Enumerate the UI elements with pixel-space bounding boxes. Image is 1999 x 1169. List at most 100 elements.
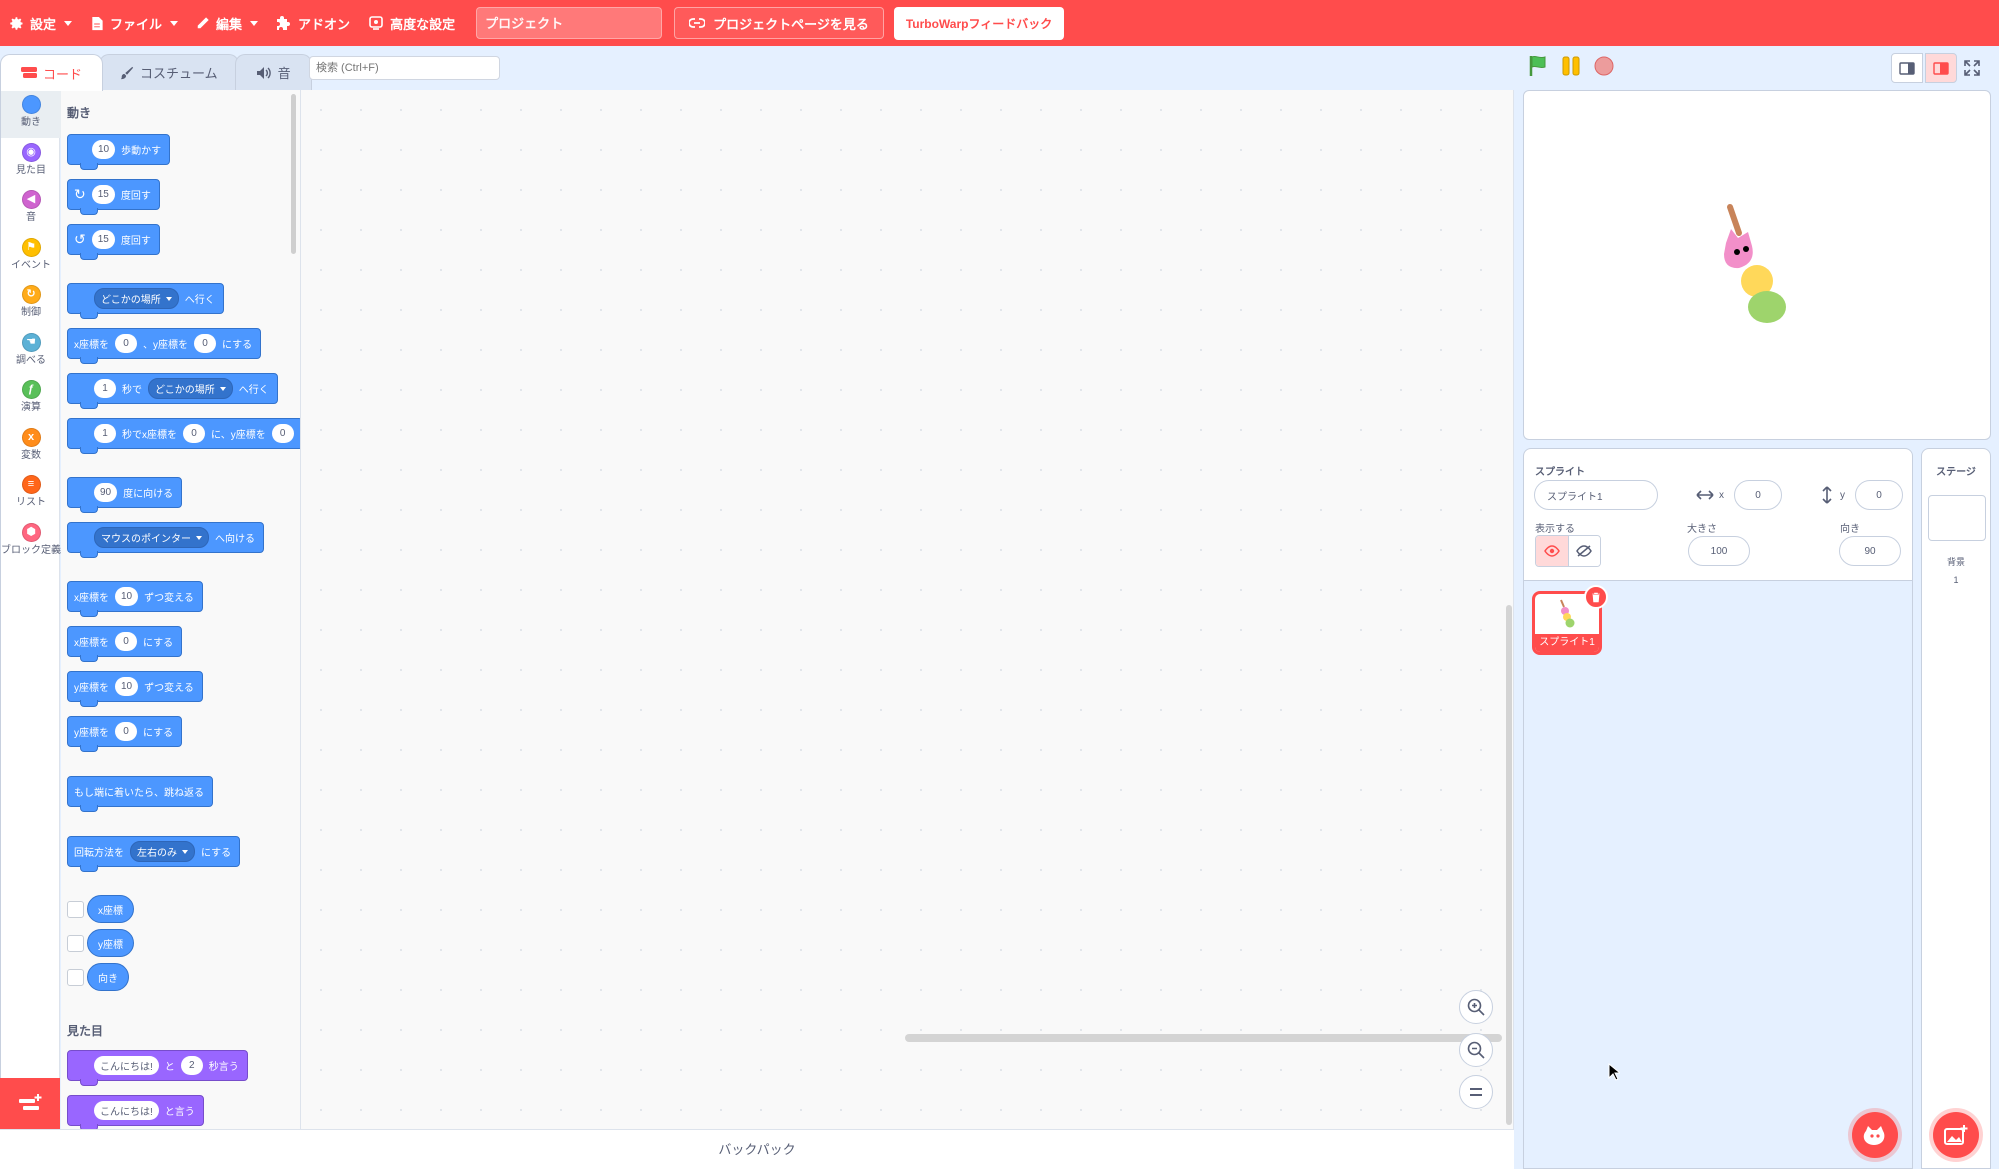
file-menu[interactable]: ファイル (81, 0, 187, 46)
glide-target-dropdown[interactable]: どこかの場所 (148, 378, 233, 399)
rotation-style-dropdown[interactable]: 左右のみ (130, 841, 195, 862)
hide-sprite-button[interactable] (1567, 536, 1600, 566)
y-position-input[interactable] (1855, 480, 1903, 510)
stage-selector[interactable]: ステージ 背景 1 (1921, 448, 1991, 1169)
add-sprite-button[interactable] (1852, 1112, 1898, 1158)
goto-target-dropdown[interactable]: どこかの場所 (94, 288, 179, 309)
y-position-checkbox[interactable] (67, 935, 84, 952)
point-direction-block[interactable]: 90 度に向ける (67, 477, 183, 513)
small-stage-button[interactable] (1891, 53, 1923, 83)
x-position-reporter[interactable]: x座標 (87, 895, 134, 923)
code-workspace[interactable] (301, 90, 1514, 1129)
tab-code[interactable]: コード (0, 54, 104, 91)
advanced-menu[interactable]: 高度な設定 (359, 0, 464, 46)
category-sound[interactable]: ◀ 音 (1, 185, 61, 233)
set-x-block[interactable]: x座標を 0 にする (67, 626, 183, 662)
backpack[interactable]: バックパック (0, 1129, 1514, 1169)
degrees-input[interactable]: 15 (91, 230, 115, 249)
zoom-out-button[interactable] (1459, 1033, 1493, 1067)
size-input[interactable] (1688, 536, 1750, 566)
category-variables[interactable]: x 変数 (1, 423, 61, 471)
sprite-name-input[interactable] (1534, 480, 1658, 510)
dropdown-caret-icon (165, 296, 172, 301)
y-input[interactable]: 0 (115, 722, 137, 741)
category-control[interactable]: ↻ 制御 (1, 280, 61, 328)
feedback-button[interactable]: TurboWarpフィードバック (893, 6, 1065, 40)
goto-block[interactable]: どこかの場所 へ行く (67, 283, 224, 319)
y-change-input[interactable]: 10 (115, 677, 139, 696)
large-stage-button[interactable] (1925, 53, 1957, 83)
green-flag-button[interactable] (1527, 55, 1549, 77)
workspace-vertical-scrollbar[interactable] (1506, 605, 1512, 1125)
change-x-block[interactable]: x座標を 10 ずつ変える (67, 581, 203, 617)
addons-menu[interactable]: アドオン (267, 0, 359, 46)
project-title-input[interactable] (476, 7, 663, 39)
settings-label: 設定 (30, 16, 57, 32)
turn-left-block[interactable]: ↺ 15 度回す (67, 224, 160, 260)
set-y-block[interactable]: y座標を 0 にする (67, 716, 183, 752)
y-input[interactable]: 0 (194, 334, 216, 353)
zoom-reset-button[interactable] (1459, 1075, 1493, 1109)
delete-sprite-button[interactable] (1584, 585, 1608, 609)
stage-canvas[interactable] (1523, 90, 1991, 440)
message-input[interactable]: こんにちは! (94, 1056, 159, 1075)
settings-menu[interactable]: 設定 (0, 0, 81, 46)
category-lists[interactable]: ≡ リスト (1, 470, 61, 518)
glide-to-block[interactable]: 1 秒で どこかの場所 へ行く (67, 373, 278, 409)
message-input[interactable]: こんにちは! (94, 1101, 159, 1120)
stage-thumbnail[interactable] (1928, 495, 1986, 541)
say-block[interactable]: こんにちは! と言う (67, 1095, 204, 1129)
search-input[interactable] (309, 56, 500, 80)
block-text: と (164, 1062, 175, 1073)
category-looks[interactable]: ◉ 見た目 (1, 138, 61, 186)
seconds-input[interactable]: 2 (180, 1056, 203, 1075)
steps-input[interactable]: 10 (92, 140, 116, 159)
palette-scrollbar[interactable] (291, 94, 296, 254)
fullscreen-button[interactable] (1956, 53, 1988, 83)
x-position-checkbox[interactable] (67, 901, 84, 918)
show-sprite-button[interactable] (1536, 536, 1568, 566)
tab-costumes[interactable]: コスチューム (99, 54, 239, 90)
add-backdrop-button[interactable] (1933, 1112, 1979, 1158)
add-extension-button[interactable] (0, 1078, 60, 1129)
x-input[interactable]: 0 (115, 632, 137, 651)
direction-reporter[interactable]: 向き (87, 963, 129, 991)
seconds-input[interactable]: 1 (94, 379, 116, 398)
turn-right-block[interactable]: ↻ 15 度回す (67, 179, 160, 215)
zoom-in-button[interactable] (1459, 990, 1493, 1024)
x-change-input[interactable]: 10 (115, 587, 139, 606)
category-events[interactable]: ⚑ イベント (1, 233, 61, 281)
block-text: もし端に着いたら、跳ね返る (74, 788, 204, 799)
stop-button[interactable] (1593, 55, 1615, 77)
point-target-dropdown[interactable]: マウスのポインター (94, 527, 209, 548)
direction-input[interactable]: 90 (94, 483, 118, 502)
point-towards-block[interactable]: マウスのポインター へ向ける (67, 522, 264, 558)
say-for-secs-block[interactable]: こんにちは! と 2 秒言う (67, 1050, 248, 1086)
glide-xy-block[interactable]: 1 秒でx座標を 0 に、y座標を 0 (67, 418, 300, 454)
move-steps-block[interactable]: 10 歩動かす (67, 134, 171, 170)
direction-input[interactable] (1839, 536, 1901, 566)
zoom-in-icon (1467, 998, 1485, 1016)
tab-sounds[interactable]: 音 (234, 54, 312, 90)
y-input[interactable]: 0 (271, 424, 294, 443)
direction-checkbox[interactable] (67, 969, 84, 986)
category-label: ブロック定義 (1, 544, 61, 556)
category-motion[interactable]: 動き (1, 90, 61, 138)
degrees-input[interactable]: 15 (91, 185, 115, 204)
workspace-horizontal-scrollbar[interactable] (905, 1034, 1502, 1042)
edit-menu[interactable]: 編集 (187, 0, 267, 46)
pause-button[interactable] (1560, 55, 1582, 77)
goto-xy-block[interactable]: x座標を 0 、y座標を 0 にする (67, 328, 262, 364)
category-operators[interactable]: ƒ 演算 (1, 375, 61, 423)
see-project-page-button[interactable]: プロジェクトページを見る (674, 7, 884, 39)
category-my-blocks[interactable]: ⬢ ブロック定義 (1, 518, 61, 566)
change-y-block[interactable]: y座標を 10 ずつ変える (67, 671, 203, 707)
rotation-style-block[interactable]: 回転方法を 左右のみ にする (67, 836, 241, 872)
seconds-input[interactable]: 1 (94, 424, 116, 443)
category-sensing[interactable]: ☚ 調べる (1, 328, 61, 376)
x-position-input[interactable] (1734, 480, 1782, 510)
x-input[interactable]: 0 (183, 424, 205, 443)
y-position-reporter[interactable]: y座標 (87, 929, 134, 957)
x-input[interactable]: 0 (115, 334, 137, 353)
bounce-block[interactable]: もし端に着いたら、跳ね返る (67, 776, 213, 812)
